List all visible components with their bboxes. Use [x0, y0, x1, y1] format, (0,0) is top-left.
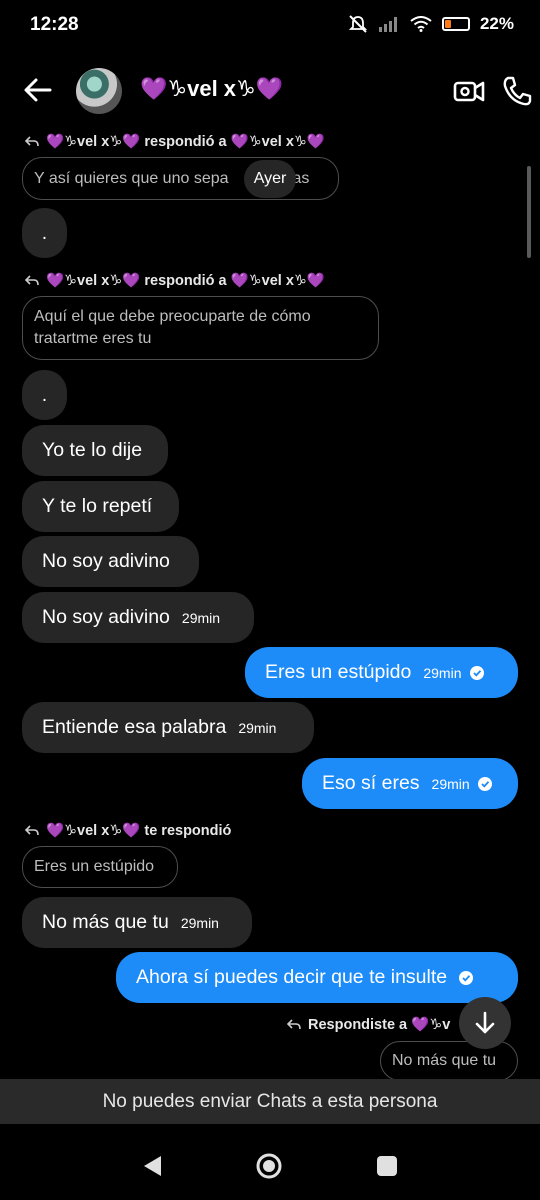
reply-arrow-icon — [24, 135, 39, 146]
mute-icon — [348, 15, 368, 33]
message-bubble[interactable]: . — [22, 370, 67, 420]
battery-percent: 22% — [479, 14, 514, 33]
message-time: 29min — [238, 719, 277, 736]
message-bubble[interactable]: No soy adivino — [22, 536, 199, 587]
reply-label: 💜♑vel x♑💜 respondió a 💜♑vel x♑💜 — [24, 133, 325, 150]
message-bubble[interactable]: . — [22, 208, 67, 258]
message-bubble-outgoing[interactable]: Eso sí eres 29min — [302, 758, 518, 809]
nav-home-icon[interactable] — [255, 1152, 283, 1180]
message-time: 29min — [431, 775, 470, 792]
nav-recents-icon[interactable] — [376, 1155, 398, 1177]
reply-arrow-icon — [286, 1018, 301, 1029]
scroll-down-icon — [475, 1011, 495, 1034]
video-call-icon[interactable] — [452, 74, 486, 108]
reply-label: 💜♑vel x♑💜 respondió a 💜♑vel x♑💜 — [24, 272, 325, 289]
phone-icon[interactable] — [500, 74, 534, 108]
system-nav-bar — [0, 1124, 540, 1200]
reply-arrow-icon — [24, 824, 39, 835]
message-bubble-outgoing[interactable]: Eres un estúpido 29min — [245, 647, 518, 698]
message-bubble[interactable]: Entiende esa palabra 29min — [22, 702, 314, 753]
date-separator: Ayer — [244, 160, 296, 198]
quoted-message[interactable]: Aquí el que debe preocuparte de cómo tra… — [22, 296, 379, 360]
chat-title[interactable]: 💜♑vel x♑💜 — [140, 76, 283, 102]
status-icons: 22% — [348, 14, 514, 34]
message-bubble-outgoing[interactable]: Ahora sí puedes decir que te insulte — [116, 952, 518, 1003]
status-time: 12:28 — [30, 14, 79, 35]
reply-label: Respondiste a 💜♑v — [286, 1016, 450, 1033]
nav-back-icon[interactable] — [141, 1154, 163, 1178]
quoted-message[interactable]: No más que tu — [380, 1041, 518, 1081]
message-bubble[interactable]: No soy adivino 29min — [22, 592, 254, 643]
scrollbar[interactable] — [527, 166, 531, 258]
message-time: 29min — [181, 609, 221, 626]
message-bubble[interactable]: Yo te lo dije — [22, 425, 168, 476]
message-time: 29min — [180, 914, 219, 931]
message-bubble[interactable]: Y te lo repetí — [22, 481, 179, 532]
battery-icon — [441, 17, 470, 31]
quoted-message[interactable]: Eres un estúpido — [22, 846, 178, 888]
scroll-down-button[interactable] — [459, 997, 511, 1049]
check-icon — [477, 776, 492, 791]
signal-icon — [378, 17, 397, 32]
message-time: 29min — [423, 664, 462, 681]
wifi-icon — [410, 16, 432, 32]
check-icon — [469, 665, 484, 680]
message-bubble[interactable]: No más que tu 29min — [22, 897, 252, 948]
blocked-banner: No puedes enviar Chats a esta persona — [0, 1079, 540, 1124]
check-icon — [459, 970, 474, 985]
reply-arrow-icon — [24, 274, 39, 285]
avatar[interactable] — [76, 68, 122, 114]
reply-label: 💜♑vel x♑💜 te respondió — [24, 822, 231, 839]
back-arrow-icon[interactable] — [22, 74, 54, 106]
